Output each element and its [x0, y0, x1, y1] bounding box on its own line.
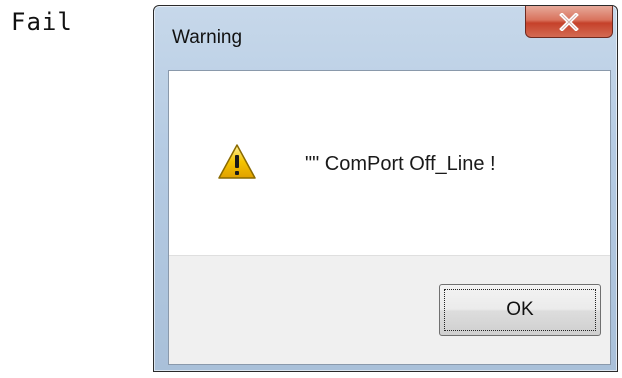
- button-bar: OK: [169, 255, 610, 364]
- close-button[interactable]: [525, 6, 613, 38]
- message-area: "" ComPort Off_Line !: [169, 71, 610, 255]
- dialog-title: Warning: [172, 27, 243, 48]
- ok-button-label: OK: [506, 299, 534, 320]
- dialog-client-area: "" ComPort Off_Line ! OK: [168, 70, 611, 365]
- warning-dialog: Warning "" ComPort Off_Line ! OK: [153, 5, 618, 372]
- close-x-icon: [559, 12, 579, 31]
- message-text: "" ComPort Off_Line !: [305, 153, 496, 175]
- ok-button[interactable]: OK: [439, 284, 601, 336]
- fail-label: Fail: [11, 8, 73, 36]
- warning-triangle-icon: [218, 144, 256, 179]
